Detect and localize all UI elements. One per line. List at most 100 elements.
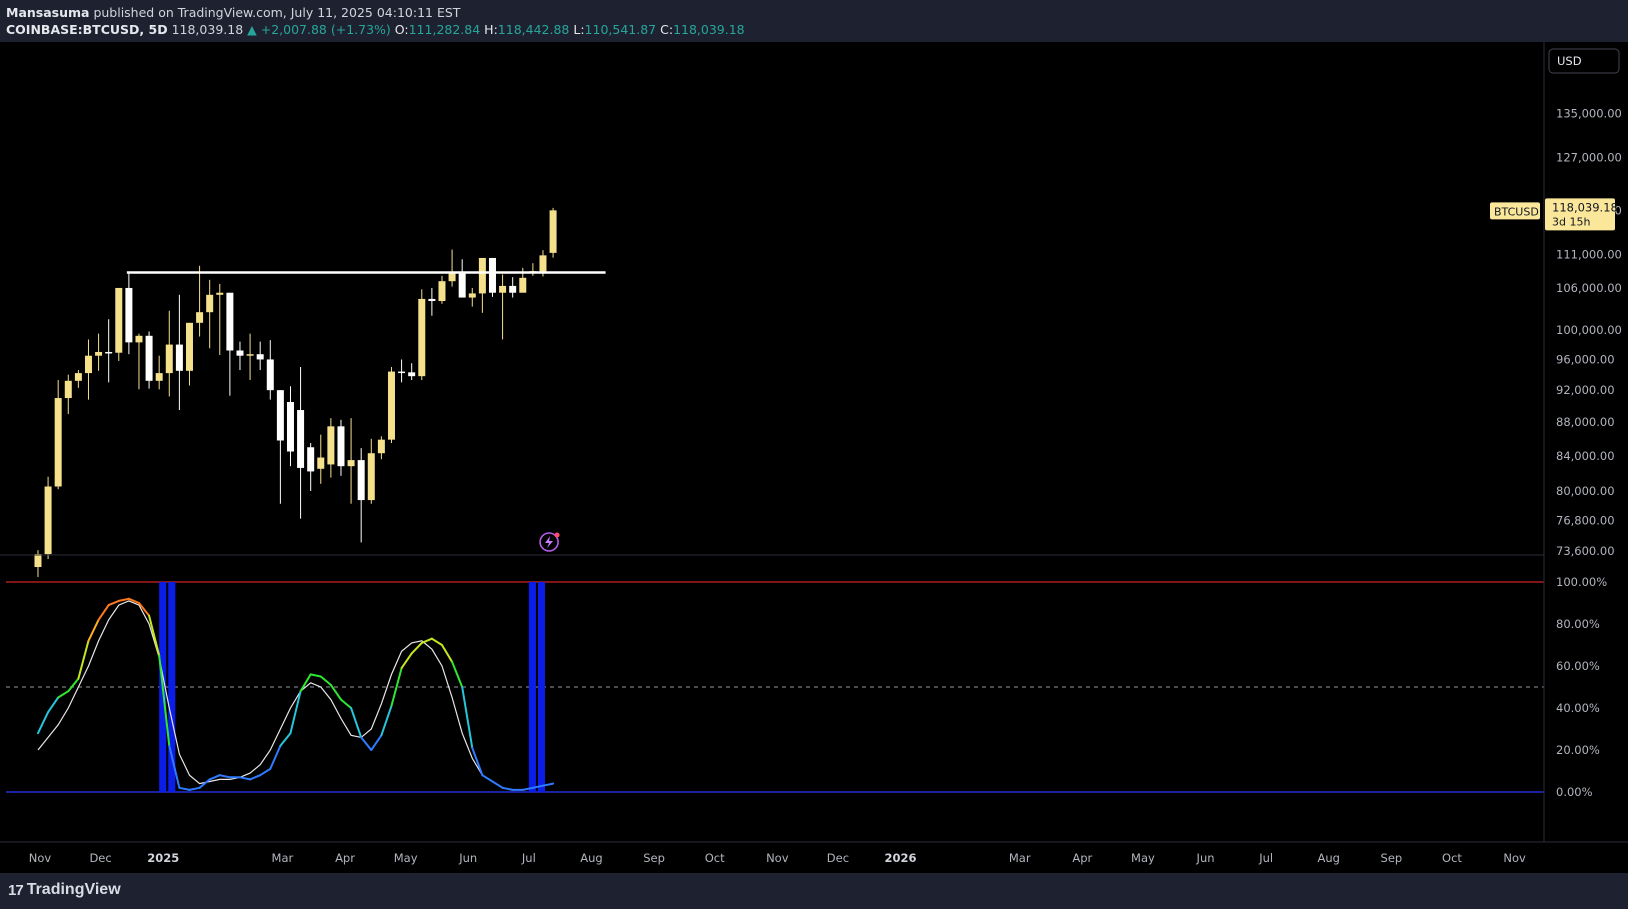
chart-area[interactable]: 135,000.00 127,000.00 111,000.00 106,000.00… [0, 42, 1628, 873]
lightning-bolt [545, 536, 554, 548]
candle[interactable] [206, 279, 214, 349]
time-axis[interactable]: Nov Dec 2025 Mar Apr May Jun Jul Aug Sep Oct Nov Dec… [29, 851, 1526, 865]
candle[interactable] [135, 333, 143, 390]
candle[interactable] [84, 339, 92, 400]
candle[interactable] [74, 370, 82, 388]
candle-body [276, 390, 284, 441]
candle[interactable] [165, 310, 173, 397]
candle[interactable] [387, 367, 395, 444]
price-pane[interactable] [34, 207, 606, 578]
candle[interactable] [448, 249, 456, 287]
last-price: 118,039.18 [171, 22, 244, 37]
candle[interactable] [226, 292, 234, 396]
candle[interactable] [367, 438, 375, 504]
candle-body [105, 351, 113, 354]
candle[interactable] [418, 289, 426, 381]
published-text: published on TradingView.com, July 11, 2… [93, 5, 461, 20]
candle[interactable] [488, 257, 496, 297]
candle[interactable] [347, 418, 355, 504]
candle[interactable] [509, 277, 517, 298]
oscillator-k-segment [309, 673, 322, 678]
candle[interactable] [307, 443, 315, 491]
candle[interactable] [458, 259, 466, 298]
time-tick-label: Oct [705, 851, 725, 865]
time-tick-label: Dec [89, 851, 111, 865]
candle-body [286, 402, 294, 452]
candle-body [165, 344, 173, 374]
time-tick-label: Dec [827, 851, 849, 865]
symbol-name[interactable]: COINBASE:BTCUSD, 5D [6, 22, 168, 37]
time-tick-label: Mar [1009, 851, 1031, 865]
candle[interactable] [145, 331, 153, 389]
candle[interactable] [64, 374, 72, 415]
oscillator-k-segment [87, 618, 100, 642]
candle[interactable] [34, 550, 42, 578]
candle[interactable] [286, 386, 294, 467]
candle[interactable] [54, 380, 62, 490]
candle[interactable] [105, 319, 113, 383]
candle[interactable] [155, 355, 163, 390]
candle[interactable] [327, 418, 335, 478]
candle[interactable] [438, 275, 446, 304]
candle[interactable] [297, 367, 305, 519]
candle[interactable] [529, 263, 537, 276]
candle[interactable] [175, 294, 183, 411]
lightning-event-icon[interactable] [539, 532, 560, 552]
last-price-badge[interactable]: 118,039.183d 15h [1545, 198, 1618, 231]
tradingview-logo-icon: 17 [8, 881, 24, 899]
candle[interactable] [44, 476, 52, 560]
author-name[interactable]: Mansasuma [6, 5, 89, 20]
oscillator-k-segment [77, 639, 90, 680]
candle[interactable] [266, 340, 274, 400]
candle[interactable] [256, 341, 264, 371]
oscillator-pane[interactable] [6, 581, 1544, 793]
candle[interactable] [125, 272, 133, 355]
candle-body [387, 371, 395, 440]
candle-body [135, 335, 143, 343]
candle[interactable] [377, 436, 385, 460]
low-value: 110,541.87 [584, 22, 657, 37]
time-tick-label: Mar [272, 851, 294, 865]
candle[interactable] [115, 287, 123, 361]
candle[interactable] [499, 274, 507, 340]
candle[interactable] [398, 359, 406, 383]
candle[interactable] [317, 434, 325, 484]
candle[interactable] [468, 287, 476, 307]
price-axis[interactable]: 135,000.00 127,000.00 111,000.00 106,000.00… [1490, 48, 1622, 799]
candle-body [307, 447, 315, 472]
oscillator-k-segment [36, 711, 50, 735]
candle[interactable] [95, 333, 103, 371]
candle[interactable] [549, 207, 557, 258]
candle[interactable] [478, 257, 486, 313]
candle[interactable] [196, 265, 204, 337]
currency-button[interactable]: USD [1548, 48, 1620, 74]
candle[interactable] [236, 341, 244, 371]
candle[interactable] [246, 333, 254, 381]
candle[interactable] [357, 448, 365, 543]
candle-body [125, 287, 133, 343]
candle-body [145, 335, 153, 381]
time-tick-label: Sep [1381, 851, 1403, 865]
candle[interactable] [216, 283, 224, 355]
tradingview-logo-text: TradingView [26, 881, 121, 898]
candle[interactable] [185, 322, 193, 386]
signal-line [37, 600, 483, 785]
oscillator-k-segment [259, 767, 272, 777]
candle[interactable] [428, 287, 436, 316]
candle-body [468, 293, 476, 298]
oscillator-k-segment [97, 604, 110, 621]
time-tick-label: Jun [458, 851, 477, 865]
candle[interactable] [276, 390, 284, 504]
chart-canvas[interactable]: 135,000.00 127,000.00 111,000.00 106,000.00… [0, 42, 1628, 873]
oscillator-k-segment [380, 704, 393, 737]
oscillator-k-segment [279, 732, 292, 747]
candle-body [266, 359, 274, 391]
candle[interactable] [408, 363, 416, 381]
oscillator-k-segment [339, 698, 353, 709]
candle[interactable] [337, 419, 345, 476]
candle-body [256, 354, 264, 360]
time-tick-label: Jul [521, 851, 536, 865]
time-tick-label: Apr [1072, 851, 1092, 865]
oscillator-k-segment [269, 744, 282, 770]
tradingview-logo[interactable]: 17 TradingView [8, 881, 121, 899]
